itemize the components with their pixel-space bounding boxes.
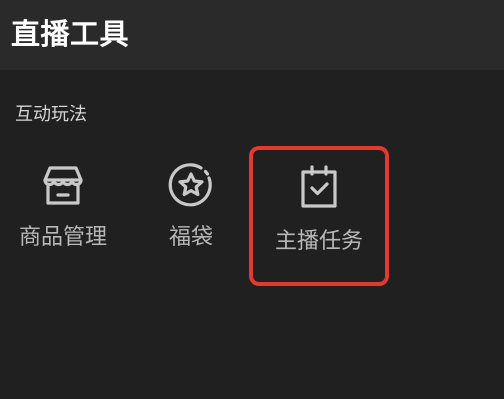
store-icon <box>37 160 89 212</box>
tool-label: 福袋 <box>168 225 213 250</box>
section-title: 互动玩法 <box>15 104 87 125</box>
tool-lucky-bag[interactable]: 福袋 <box>147 150 235 280</box>
header-bar: 直播工具 <box>0 0 504 70</box>
tool-label: 主播任务 <box>274 229 363 254</box>
tool-label: 商品管理 <box>18 225 107 250</box>
live-tools-panel: 直播工具 互动玩法 商品管理 福袋 主播任务 <box>0 0 504 399</box>
star-badge-icon <box>165 160 217 212</box>
tool-product-management[interactable]: 商品管理 <box>10 150 116 280</box>
tool-host-task[interactable]: 主播任务 <box>249 146 389 286</box>
task-calendar-icon <box>293 162 345 214</box>
page-title: 直播工具 <box>11 17 130 51</box>
